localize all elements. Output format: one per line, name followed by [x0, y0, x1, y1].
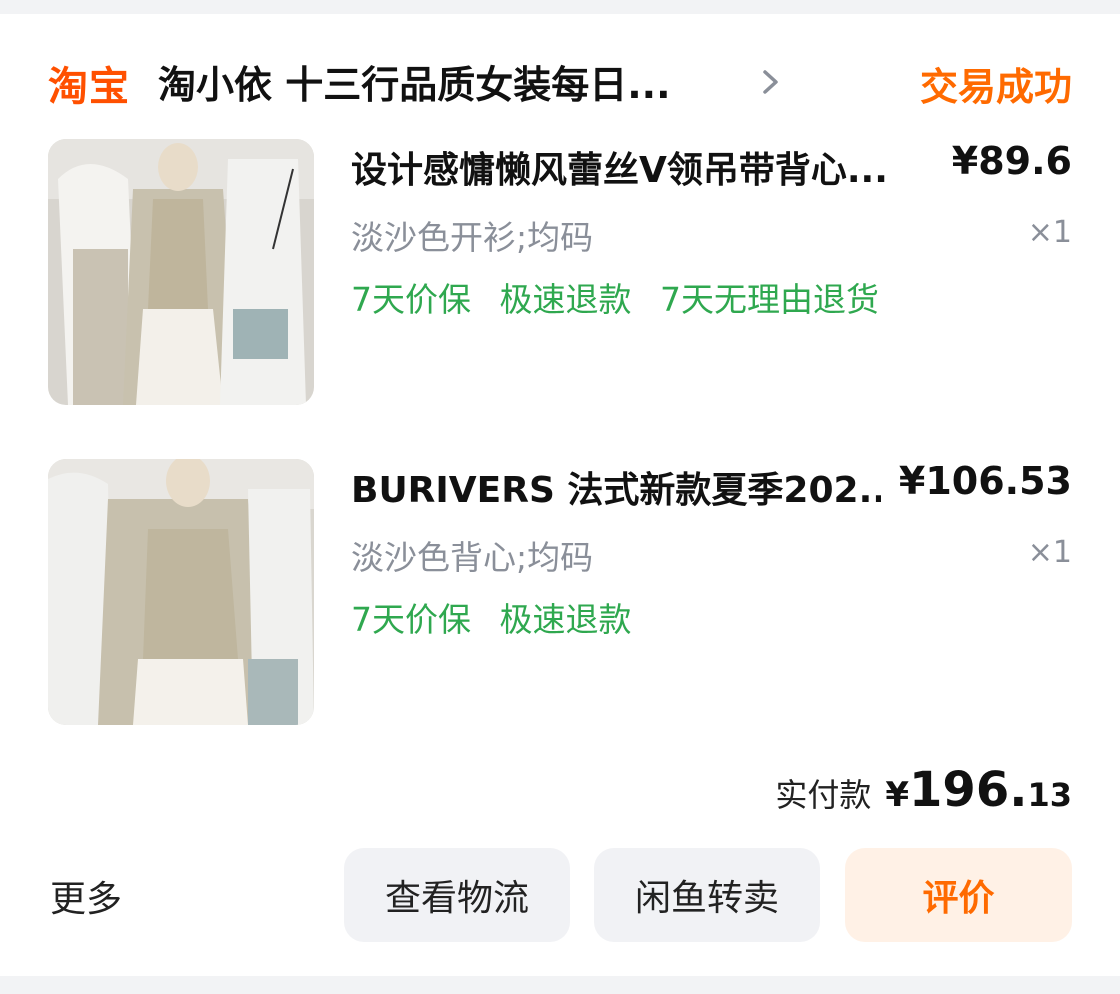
order-item[interactable]: BURIVERS 法式新款夏季202... ¥106.53 淡沙色背心;均码 ×… — [48, 459, 1072, 725]
service-tags: 7天价保 极速退款 7天无理由退货 — [351, 273, 897, 321]
tag-fast-refund: 极速退款 — [499, 280, 632, 319]
paid-amount: 实付款 ¥196.13 — [775, 762, 1072, 822]
service-tags: 7天价保 极速退款 — [351, 593, 650, 641]
product-photo[interactable] — [48, 459, 314, 725]
chevron-right-icon[interactable] — [756, 62, 786, 102]
product-photo[interactable] — [48, 139, 314, 405]
item-quantity: ×1 — [1027, 535, 1072, 570]
item-sku: 淡沙色开衫;均码 — [351, 218, 594, 257]
item-title[interactable]: 设计感慵懒风蕾丝V领吊带背心... — [351, 141, 911, 193]
item-quantity: ×1 — [1027, 215, 1072, 250]
paid-label: 实付款 — [775, 776, 872, 814]
item-title[interactable]: BURIVERS 法式新款夏季202... — [351, 461, 881, 513]
shop-name[interactable]: 淘小依 十三行品质女装每日... — [158, 54, 748, 109]
page-background-divider — [0, 976, 1120, 994]
tag-price-protection: 7天价保 — [351, 280, 471, 319]
view-logistics-button[interactable]: 查看物流 — [344, 848, 570, 942]
item-price: ¥106.53 — [898, 459, 1072, 503]
item-sku: 淡沙色背心;均码 — [351, 538, 594, 577]
paid-amount-integer: 196. — [909, 762, 1028, 818]
order-card[interactable]: 淘宝 淘小依 十三行品质女装每日... 交易成功 设计感慵懒风蕾丝V领吊带背心.… — [0, 14, 1120, 976]
tag-fast-refund: 极速退款 — [499, 600, 632, 639]
tag-free-return: 7天无理由退货 — [660, 280, 879, 319]
order-status: 交易成功 — [919, 65, 1072, 109]
more-button[interactable]: 更多 — [50, 870, 122, 922]
paid-amount-decimal: 13 — [1027, 776, 1072, 814]
order-item[interactable]: 设计感慵懒风蕾丝V领吊带背心... ¥89.6 淡沙色开衫;均码 ×1 7天价保… — [48, 139, 1072, 405]
xianyu-resale-button[interactable]: 闲鱼转卖 — [594, 848, 820, 942]
item-price: ¥89.6 — [951, 139, 1072, 183]
review-button[interactable]: 评价 — [845, 848, 1072, 942]
shop-header[interactable]: 淘宝 淘小依 十三行品质女装每日... 交易成功 — [48, 48, 1072, 118]
paid-currency: ¥ — [885, 775, 910, 815]
taobao-logo: 淘宝 — [48, 64, 130, 110]
tag-price-protection: 7天价保 — [351, 600, 471, 639]
